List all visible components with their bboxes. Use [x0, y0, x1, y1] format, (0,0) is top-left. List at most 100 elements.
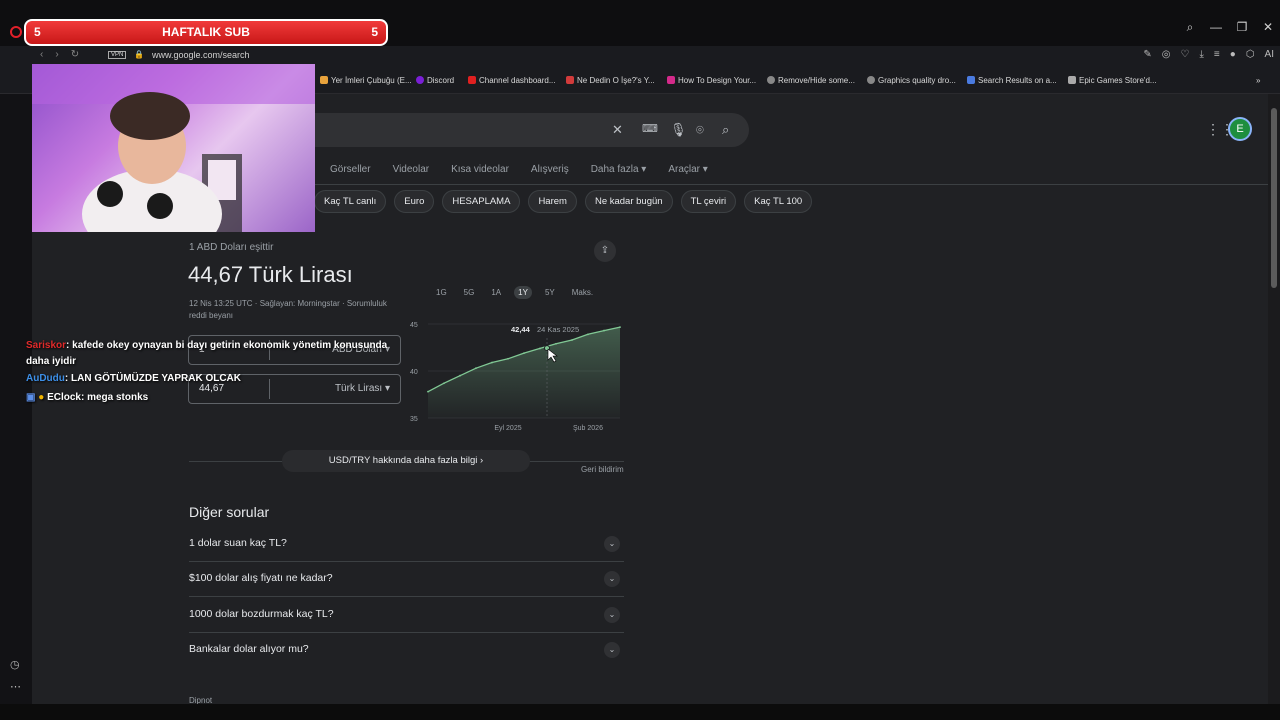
chat-message: AuDudu: LAN GÖTÜMÜZDE YAPRAK OLCAK — [26, 371, 241, 387]
x-tick-label: Şub 2026 — [573, 425, 603, 432]
profile-icon[interactable]: ● — [1230, 49, 1236, 60]
search-box[interactable]: ✕ ⌨ 🎙 ⌾ ⌕ — [314, 113, 749, 147]
browser-sidebar: ◷ ⋯ — [0, 94, 32, 720]
bookmarks-overflow-icon[interactable]: » — [1256, 76, 1260, 85]
bookmark-label: Discord — [427, 76, 455, 85]
back-icon[interactable]: ‹ — [40, 49, 43, 60]
lens-icon[interactable]: ⌾ — [696, 122, 704, 138]
bookmark-label: Search Results on a... — [978, 76, 1057, 85]
chevron-down-icon[interactable]: ⌄ — [604, 571, 620, 587]
range-maks[interactable]: Maks. — [568, 286, 597, 299]
nav-controls: ‹ › ↻ — [40, 49, 79, 60]
heart-icon[interactable]: ♡ — [1181, 49, 1190, 60]
range-1g[interactable]: 1G — [432, 286, 451, 299]
webcam-overlay — [32, 64, 315, 232]
chevron-down-icon[interactable]: ⌄ — [604, 607, 620, 623]
bookmark-item[interactable]: Search Results on a... — [967, 76, 1057, 85]
y-tick-label: 40 — [410, 369, 418, 376]
paa-question-text: $100 dolar alış fiyatı ne kadar? — [189, 572, 333, 584]
tab-more[interactable]: Daha fazla ▾ — [591, 164, 647, 175]
bookmark-item[interactable]: How To Design Your... — [667, 76, 756, 85]
bookmark-label: How To Design Your... — [678, 76, 757, 85]
chat-badge-icon: ▣ — [26, 392, 36, 403]
tab-videos[interactable]: Videolar — [393, 164, 430, 175]
data-point — [507, 357, 509, 360]
restore-icon[interactable]: ❐ — [1236, 20, 1248, 35]
search-icon[interactable]: ⌕ — [722, 122, 729, 138]
range-1a[interactable]: 1A — [487, 286, 505, 299]
chevron-down-icon[interactable]: ⌄ — [604, 536, 620, 552]
paa-question[interactable]: $100 dolar alış fiyatı ne kadar? ⌄ — [189, 562, 624, 597]
reload-icon[interactable]: ↻ — [71, 49, 79, 60]
range-selector: 1G 5G 1A 1Y 5Y Maks. — [432, 286, 597, 299]
opera-logo-icon[interactable] — [10, 26, 22, 38]
bookmark-label: Yer İmleri Çubuğu (E... — [331, 76, 412, 85]
more-icon[interactable]: ⋯ — [10, 680, 21, 693]
conversion-result: 44,67 Türk Lirası — [188, 262, 353, 287]
bookmark-item[interactable]: Epic Games Store'd... — [1068, 76, 1157, 85]
bookmark-item[interactable]: Yer İmleri Çubuğu (E... — [320, 76, 412, 85]
download-icon[interactable]: ⤓ — [1200, 49, 1204, 60]
conversion-meta: 12 Nis 13:25 UTC · Sağlayan: Morningstar… — [189, 299, 387, 320]
chip-kac-tl-canli[interactable]: Kaç TL canlı — [314, 190, 387, 213]
page-scrollbar[interactable] — [1268, 94, 1280, 704]
chip-tl-ceviri[interactable]: TL çeviri — [680, 190, 737, 213]
chip-kac-tl-100[interactable]: Kaç TL 100 — [744, 190, 813, 213]
forward-icon[interactable]: › — [55, 49, 58, 60]
refinement-chips: Kaç TL canlı Euro HESAPLAMA Harem Ne kad… — [314, 190, 813, 213]
snapshot-icon[interactable]: ◎ — [1162, 49, 1171, 60]
url-field[interactable]: www.google.com/search — [152, 50, 250, 60]
data-point — [539, 347, 541, 350]
tooltip-date: 24 Kas 2025 — [537, 325, 579, 334]
bookmark-item[interactable]: Remove/Hide some... — [767, 76, 855, 85]
range-5y[interactable]: 5Y — [541, 286, 559, 299]
tab-tools[interactable]: Araçlar ▾ — [668, 164, 708, 175]
scroll-thumb[interactable] — [1271, 108, 1277, 288]
chip-ne-kadar-bugun[interactable]: Ne kadar bugün — [584, 190, 673, 213]
tab-shopping[interactable]: Alışveriş — [531, 164, 569, 175]
share-button[interactable]: ⇪ — [594, 240, 616, 262]
chip-harem[interactable]: Harem — [528, 190, 577, 213]
mic-icon[interactable]: 🎙 — [670, 122, 687, 138]
clear-icon[interactable]: ✕ — [612, 122, 623, 138]
close-window-icon[interactable]: ✕ — [1262, 20, 1274, 35]
menu-icon[interactable]: ≡ — [1214, 49, 1220, 60]
paa-question-text: Bankalar dolar alıyor mu? — [189, 643, 309, 655]
paa-question[interactable]: Bankalar dolar alıyor mu? ⌄ — [189, 633, 624, 668]
to-currency-select[interactable]: Türk Lirası ▾ — [335, 383, 390, 394]
chevron-down-icon[interactable]: ⌄ — [604, 642, 620, 658]
extensions-icon[interactable]: ⬡ — [1246, 49, 1255, 60]
ai-button[interactable]: AI — [1265, 49, 1274, 60]
tab-short-videos[interactable]: Kısa videolar — [451, 164, 509, 175]
feedback-link[interactable]: Geri bildirim — [581, 465, 624, 474]
minimize-icon[interactable]: — — [1210, 20, 1222, 35]
paa-question[interactable]: 1 dolar suan kaç TL? ⌄ — [189, 527, 624, 562]
tab-images[interactable]: Görseller — [330, 164, 371, 175]
search-tabs-icon[interactable]: ⌕ — [1184, 20, 1196, 35]
keyboard-icon[interactable]: ⌨ — [642, 122, 658, 135]
share-icon: ⇪ — [600, 245, 610, 256]
chip-hesaplama[interactable]: HESAPLAMA — [442, 190, 521, 213]
paa-question-text: 1000 dolar bozdurmak kaç TL? — [189, 608, 334, 620]
history-icon[interactable]: ◷ — [10, 658, 20, 671]
vpn-badge[interactable]: VPN — [108, 51, 127, 59]
more-info-button[interactable]: USD/TRY hakkında daha fazla bilgi › — [282, 450, 530, 472]
bookmark-item[interactable]: Discord — [416, 76, 454, 85]
range-1y[interactable]: 1Y — [514, 286, 532, 299]
chip-euro[interactable]: Euro — [394, 190, 435, 213]
dropdown-icon: ▾ — [702, 164, 708, 175]
avatar[interactable]: E — [1228, 117, 1252, 141]
exchange-rate-chart: 45 40 35 Eyl 2025 Şub 2026 42,44 24 Kas 2025 — [410, 322, 621, 432]
tab-tools-label: Araçlar — [668, 164, 701, 175]
range-5g[interactable]: 5G — [460, 286, 479, 299]
bookmark-item[interactable]: Ne Dedin O İşe?'s Y... — [566, 76, 655, 85]
edit-icon[interactable]: ✎ — [1143, 49, 1151, 60]
more-info-label: USD/TRY hakkında daha fazla bilgi — [328, 455, 478, 466]
bookmark-item[interactable]: Channel dashboard... — [468, 76, 556, 85]
weekly-sub-banner: 5 HAFTALIK SUB 5 — [24, 19, 388, 46]
paa-question[interactable]: 1000 dolar bozdurmak kaç TL? ⌄ — [189, 598, 624, 633]
bookmark-item[interactable]: Graphics quality dro... — [867, 76, 956, 85]
chevron-right-icon: › — [480, 455, 484, 466]
lock-icon[interactable]: 🔒 — [134, 50, 144, 59]
data-point — [587, 333, 589, 336]
